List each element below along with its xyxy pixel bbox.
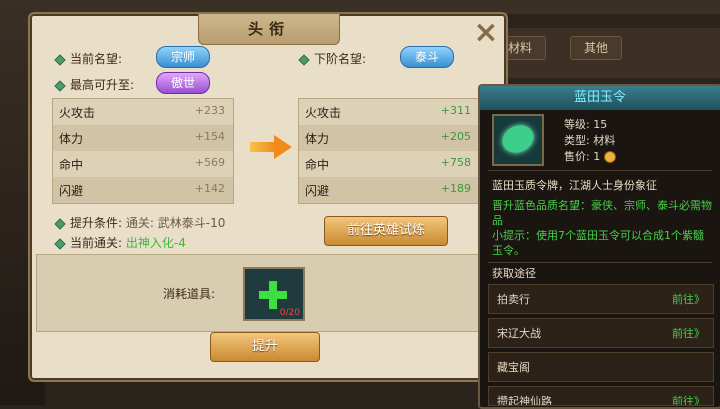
current-rank-label: 当前名望: [54, 50, 122, 67]
item-price: 售价: 1 [564, 148, 617, 164]
item-type: 类型: 材料 [564, 134, 616, 147]
arrow-head-icon [274, 135, 292, 159]
route-item-song-liao-war[interactable]: 宋辽大战 前往》 [488, 318, 714, 348]
diamond-icon [54, 217, 66, 230]
stat-row: 火攻击 +311 [305, 104, 471, 120]
condition-label: 提升条件: 通关: 武林泰斗-10 [54, 214, 226, 231]
item-icon [492, 114, 544, 166]
current-pass-value: 出神入化-4 [125, 236, 186, 250]
max-rank-badge: 傲世 [156, 72, 210, 94]
next-rank-badge: 泰斗 [400, 46, 454, 68]
stat-row: 体力 +205 [299, 125, 479, 151]
route-item-auction[interactable]: 拍卖行 前往》 [488, 284, 714, 314]
condition-value: 通关: 武林泰斗-10 [125, 216, 226, 230]
coin-icon [604, 151, 617, 163]
current-pass-label: 当前通关: 出神入化-4 [54, 234, 186, 251]
panel-title: 头衔 [198, 14, 340, 45]
arrow-right-icon [250, 142, 276, 152]
stat-row: 火攻击 +233 [59, 104, 225, 120]
close-button[interactable]: × [472, 18, 500, 48]
diamond-icon [298, 53, 310, 66]
item-hint: 小提示：使用7个蓝田玉令可以合成1个紫髓玉令。 [492, 229, 704, 257]
max-rank-label: 最高可升至: [54, 76, 134, 93]
divider [488, 262, 712, 263]
goto-hero-trial-button[interactable]: 前往英雄试炼 [324, 216, 448, 246]
stat-row: 命中 +758 [305, 156, 471, 172]
item-name: 蓝田玉令 [480, 86, 720, 110]
item-tooltip: 蓝田玉令 等级: 15 类型: 材料 售价: 1 蓝田玉质令牌，江湖人士身份象征… [478, 84, 720, 409]
background-tab-bar: 材料 其他 [480, 28, 720, 78]
diamond-icon [54, 237, 66, 250]
next-rank-label: 下阶名望: [298, 50, 366, 67]
title-upgrade-panel: 头衔 × 当前名望: 宗师 下阶名望: 泰斗 最高可升至: 傲世 火攻击 +233… [28, 12, 508, 382]
route-item-extra[interactable]: 攒起神仙路 前往》 [488, 386, 714, 406]
divider [488, 170, 712, 171]
jade-token-icon [498, 120, 538, 158]
consume-count: 0/20 [279, 308, 300, 318]
current-rank-badge: 宗师 [156, 46, 210, 68]
plus-icon-vertical [269, 281, 277, 309]
stat-row: 闪避 +189 [299, 177, 479, 203]
stat-row: 体力 +154 [53, 125, 233, 151]
upgrade-button[interactable]: 提升 [210, 332, 320, 362]
stat-row: 命中 +569 [59, 156, 225, 172]
item-description: 蓝田玉质令牌，江湖人士身份象征 [492, 179, 657, 192]
item-level: 等级: 15 [564, 118, 608, 131]
item-usage: 晋升蓝色品质名望：豪侠、宗师、泰斗必需物品 [492, 199, 712, 227]
next-stats-table: 火攻击 +311 体力 +205 命中 +758 闪避 +189 [298, 98, 480, 204]
diamond-icon [54, 79, 66, 92]
consume-item-slot[interactable]: 0/20 [243, 267, 305, 321]
current-stats-table: 火攻击 +233 体力 +154 命中 +569 闪避 +142 [52, 98, 234, 204]
consume-item-area: 消耗道具: 0/20 [36, 254, 498, 332]
consume-label: 消耗道具: [163, 287, 216, 301]
diamond-icon [54, 53, 66, 66]
source-title: 获取途径 [492, 267, 536, 280]
route-item-treasure-pavilion[interactable]: 藏宝阁 [488, 352, 714, 382]
stat-row: 闪避 +142 [53, 177, 233, 203]
tab-other[interactable]: 其他 [570, 36, 622, 60]
